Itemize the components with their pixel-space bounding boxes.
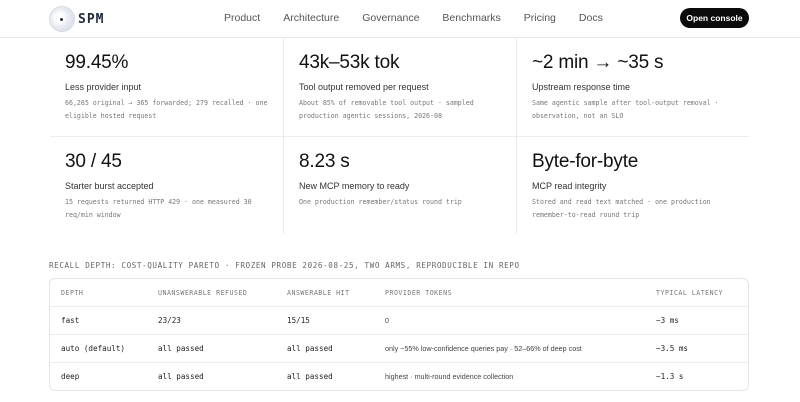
stat-card: Byte-for-byte MCP read integrity Stored … [516,136,749,234]
column-header: TYPICAL LATENCY [656,288,724,297]
recall-depth-caption: RECALL DEPTH: COST-QUALITY PARETO · FROZ… [49,261,520,270]
stat-note: Stored and read text matched · one produ… [532,198,711,219]
depth-cell: fast [61,316,80,325]
nav-link-docs[interactable]: Docs [579,12,603,24]
column-header: UNANSWERABLE REFUSED [158,288,248,297]
latency-cell: ~3.5 ms [656,344,689,353]
depth-cell: deep [61,372,80,381]
stat-label: MCP read integrity [532,181,607,191]
nav-link-governance[interactable]: Governance [362,12,419,24]
brand-logo[interactable]: SPM [49,6,113,32]
stat-label: Upstream response time [532,82,631,92]
nav-link-architecture[interactable]: Architecture [283,12,339,24]
nav-link-benchmarks[interactable]: Benchmarks [442,12,500,24]
nav-link-pricing[interactable]: Pricing [524,12,556,24]
stat-value: Byte-for-byte [532,151,639,172]
stats-grid: 99.45% Less provider input 66,265 origin… [50,38,749,238]
open-console-button[interactable]: Open console [680,8,749,28]
latency-cell: ~1.3 s [656,372,684,381]
nav-links: Product Architecture Governance Benchmar… [224,12,603,24]
column-header: DEPTH [61,288,84,297]
table-header-row: DEPTH UNANSWERABLE REFUSED ANSWERABLE HI… [50,279,748,306]
nav-link-product[interactable]: Product [224,12,260,24]
hit-cell: all passed [287,372,333,381]
stat-value: 8.23 s [299,151,350,172]
table-row: fast 23/23 15/15 0 ~3 ms [50,306,748,334]
stat-value: 99.45% [65,52,129,73]
column-header: ANSWERABLE HIT [287,288,350,297]
stat-value: ~2 min → ~35 s [532,52,664,73]
stat-note: 66,265 original → 365 forwarded; 279 rec… [65,99,268,120]
stat-label: Tool output removed per request [299,82,429,92]
stat-value: 30 / 45 [65,151,122,172]
stat-card: 8.23 s New MCP memory to ready One produ… [283,136,516,234]
stat-card: 30 / 45 Starter burst accepted 15 reques… [50,136,283,234]
logo-mark-icon [49,6,75,32]
stat-card: ~2 min → ~35 s Upstream response time Sa… [516,38,749,136]
stat-label: Less provider input [65,82,142,92]
stat-value: 43k–53k tok [299,52,400,73]
stat-card: 99.45% Less provider input 66,265 origin… [50,38,283,136]
table-row: auto (default) all passed all passed onl… [50,334,748,362]
stat-note: About 85% of removable tool output · sam… [299,99,474,120]
depth-cell: auto (default) [61,344,126,353]
tokens-cell: highest · multi-round evidence collectio… [385,372,514,381]
recall-depth-table: DEPTH UNANSWERABLE REFUSED ANSWERABLE HI… [49,278,749,391]
refused-cell: all passed [158,372,204,381]
stat-label: Starter burst accepted [65,181,154,191]
tokens-cell: 0 [385,316,389,325]
stat-note: Same agentic sample after tool-output re… [532,99,719,120]
refused-cell: all passed [158,344,204,353]
top-navbar: SPM Product Architecture Governance Benc… [0,0,800,38]
stat-note: 15 requests returned HTTP 429 · one meas… [65,198,252,219]
logo-text: SPM [78,11,105,27]
stat-note: One production remember/status round tri… [299,198,462,206]
refused-cell: 23/23 [158,316,181,325]
table-row: deep all passed all passed highest · mul… [50,362,748,390]
hit-cell: 15/15 [287,316,310,325]
tokens-cell: only ~55% low-confidence queries pay · 5… [385,344,582,353]
latency-cell: ~3 ms [656,316,679,325]
hit-cell: all passed [287,344,333,353]
column-header: PROVIDER TOKENS [385,288,453,297]
stat-card: 43k–53k tok Tool output removed per requ… [283,38,516,136]
stat-label: New MCP memory to ready [299,181,410,191]
